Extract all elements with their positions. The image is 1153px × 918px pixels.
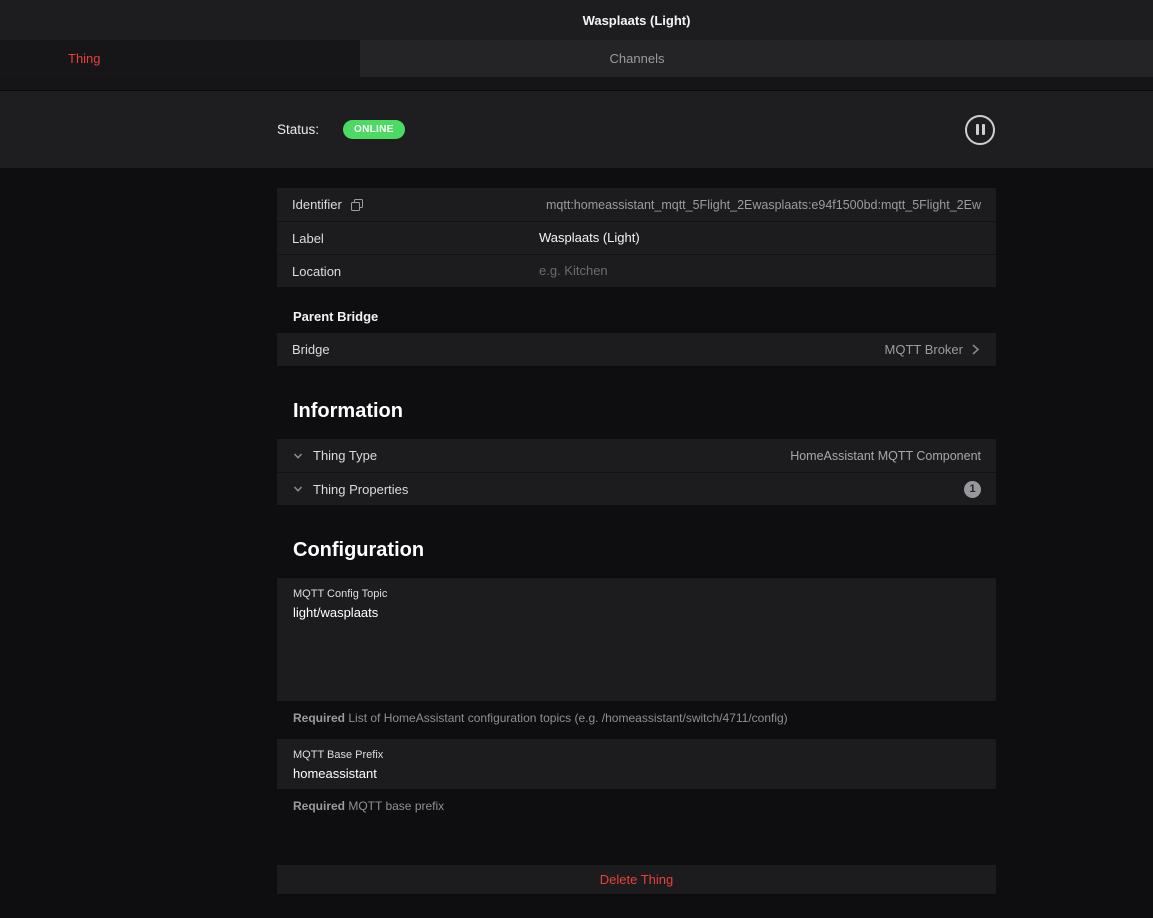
bridge-value: MQTT Broker bbox=[885, 342, 964, 357]
thing-type-value: HomeAssistant MQTT Component bbox=[377, 449, 981, 463]
thing-properties-label: Thing Properties bbox=[313, 482, 408, 497]
copy-icon[interactable] bbox=[351, 199, 363, 211]
bridge-row[interactable]: Bridge MQTT Broker bbox=[277, 333, 996, 366]
label-row: Label bbox=[277, 221, 996, 254]
config-topic-label: MQTT Config Topic bbox=[293, 588, 980, 600]
config-topic-textarea[interactable]: light/wasplaats bbox=[293, 605, 980, 693]
main-content: Identifier mqtt:homeassistant_mqtt_5Flig… bbox=[0, 168, 1153, 894]
bridge-label: Bridge bbox=[292, 342, 539, 357]
parent-bridge-card: Bridge MQTT Broker bbox=[277, 333, 996, 366]
pause-button[interactable] bbox=[965, 115, 995, 145]
parent-bridge-heading: Parent Bridge bbox=[293, 309, 996, 324]
thing-properties-row[interactable]: Thing Properties 1 bbox=[277, 472, 996, 505]
tab-bar: Thing Channels bbox=[0, 40, 1153, 77]
status-label: Status: bbox=[277, 122, 319, 137]
divider-strip bbox=[0, 77, 1153, 91]
base-prefix-input[interactable] bbox=[293, 766, 980, 781]
config-topic-hint: Required List of HomeAssistant configura… bbox=[293, 711, 996, 725]
tab-channels[interactable]: Channels bbox=[360, 40, 914, 77]
chevron-right-icon bbox=[970, 343, 981, 356]
thing-type-row[interactable]: Thing Type HomeAssistant MQTT Component bbox=[277, 439, 996, 472]
required-flag: Required bbox=[293, 799, 345, 813]
status-section: Status: ONLINE bbox=[0, 91, 1153, 168]
information-card: Thing Type HomeAssistant MQTT Component … bbox=[277, 439, 996, 505]
location-input[interactable] bbox=[539, 263, 981, 278]
location-field-label: Location bbox=[292, 264, 539, 279]
tab-thing-label: Thing bbox=[68, 51, 101, 66]
information-heading: Information bbox=[293, 400, 996, 423]
pause-icon bbox=[976, 124, 979, 135]
thing-type-label: Thing Type bbox=[313, 448, 377, 463]
base-prefix-hint: Required MQTT base prefix bbox=[293, 799, 996, 813]
identifier-label: Identifier bbox=[292, 197, 342, 212]
thing-form-card: Identifier mqtt:homeassistant_mqtt_5Flig… bbox=[277, 188, 996, 287]
chevron-down-icon bbox=[292, 450, 304, 462]
label-field-label: Label bbox=[292, 231, 539, 246]
identifier-value: mqtt:homeassistant_mqtt_5Flight_2Ewaspla… bbox=[539, 198, 981, 212]
label-input[interactable] bbox=[539, 230, 981, 245]
status-badge: ONLINE bbox=[343, 120, 405, 139]
base-prefix-label: MQTT Base Prefix bbox=[293, 749, 980, 761]
delete-thing-button[interactable]: Delete Thing bbox=[277, 865, 996, 894]
tab-thing[interactable]: Thing bbox=[0, 40, 360, 77]
required-flag: Required bbox=[293, 711, 345, 725]
properties-count-badge: 1 bbox=[964, 481, 981, 498]
identifier-row: Identifier mqtt:homeassistant_mqtt_5Flig… bbox=[277, 188, 996, 221]
tab-channels-label: Channels bbox=[610, 51, 665, 66]
page-title: Wasplaats (Light) bbox=[120, 0, 1153, 40]
config-topic-field: MQTT Config Topic light/wasplaats bbox=[277, 578, 996, 701]
chevron-down-icon bbox=[292, 483, 304, 495]
identifier-label-wrap: Identifier bbox=[292, 197, 539, 212]
base-prefix-field: MQTT Base Prefix bbox=[277, 739, 996, 789]
navbar: Wasplaats (Light) bbox=[0, 0, 1153, 40]
location-row: Location bbox=[277, 254, 996, 287]
configuration-heading: Configuration bbox=[293, 539, 996, 562]
